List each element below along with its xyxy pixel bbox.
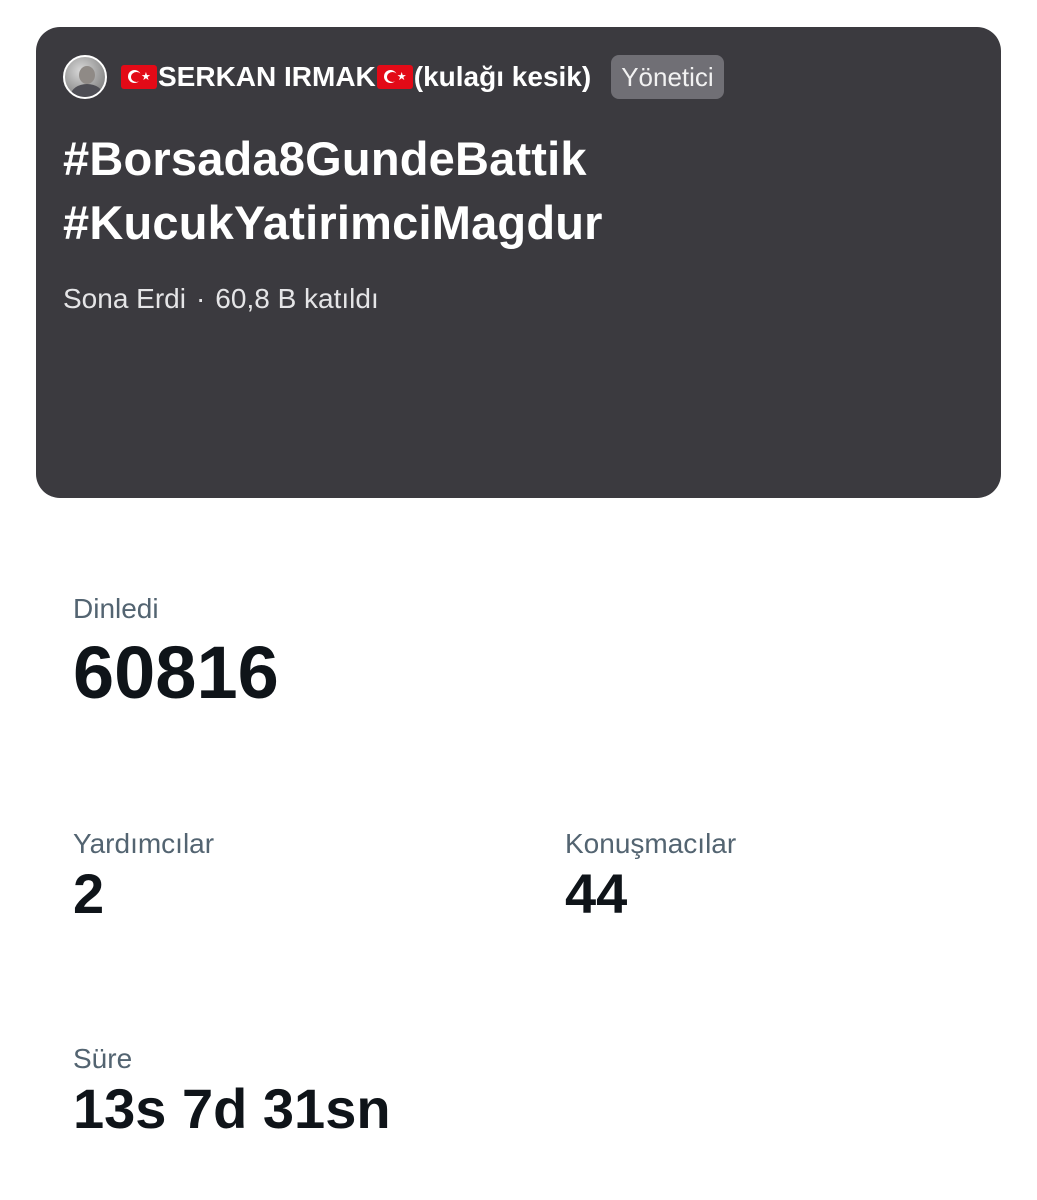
- host-name-suffix: (kulağı kesik): [413, 61, 592, 92]
- stat-listened: Dinledi 60816: [73, 592, 279, 712]
- stat-value: 44: [565, 862, 628, 925]
- host-name-text: SERKAN IRMAK: [158, 61, 376, 92]
- turkey-flag-icon: ★: [376, 65, 413, 89]
- stat-speakers[interactable]: Konuşmacılar 44: [565, 827, 736, 924]
- stat-label: Yardımcılar: [73, 828, 215, 859]
- host-name[interactable]: ★ SERKAN IRMAK ★ (kulağı kesik): [120, 61, 591, 93]
- turkey-flag-icon: ★: [121, 65, 157, 89]
- meta-separator: ·: [195, 283, 206, 314]
- stat-cohosts[interactable]: Yardımcılar 2: [73, 827, 214, 924]
- stat-value: 13s 7d 31sn: [73, 1077, 391, 1140]
- space-card[interactable]: ★ SERKAN IRMAK ★ (kulağı kesik) Yönetici…: [36, 27, 1001, 498]
- space-meta: Sona Erdi · 60,8 B katıldı: [63, 283, 379, 315]
- joined-count: 60,8 B katıldı: [215, 283, 379, 314]
- stat-duration: Süre 13s 7d 31sn: [73, 1042, 391, 1139]
- space-title-line[interactable]: #Borsada8GundeBattik: [63, 127, 603, 191]
- space-title: #Borsada8GundeBattik #KucukYatirimciMagd…: [63, 127, 603, 255]
- stat-value: 2: [73, 862, 105, 925]
- host-row: ★ SERKAN IRMAK ★ (kulağı kesik) Yönetici: [63, 53, 724, 101]
- space-title-line[interactable]: #KucukYatirimciMagdur: [63, 191, 603, 255]
- host-avatar[interactable]: [63, 55, 107, 99]
- stat-label: Konuşmacılar: [565, 828, 737, 859]
- stat-value: 60816: [73, 631, 279, 714]
- space-status: Sona Erdi: [63, 283, 186, 314]
- stat-label: Süre: [73, 1043, 133, 1074]
- role-badge: Yönetici: [611, 55, 724, 99]
- stat-label: Dinledi: [73, 593, 159, 624]
